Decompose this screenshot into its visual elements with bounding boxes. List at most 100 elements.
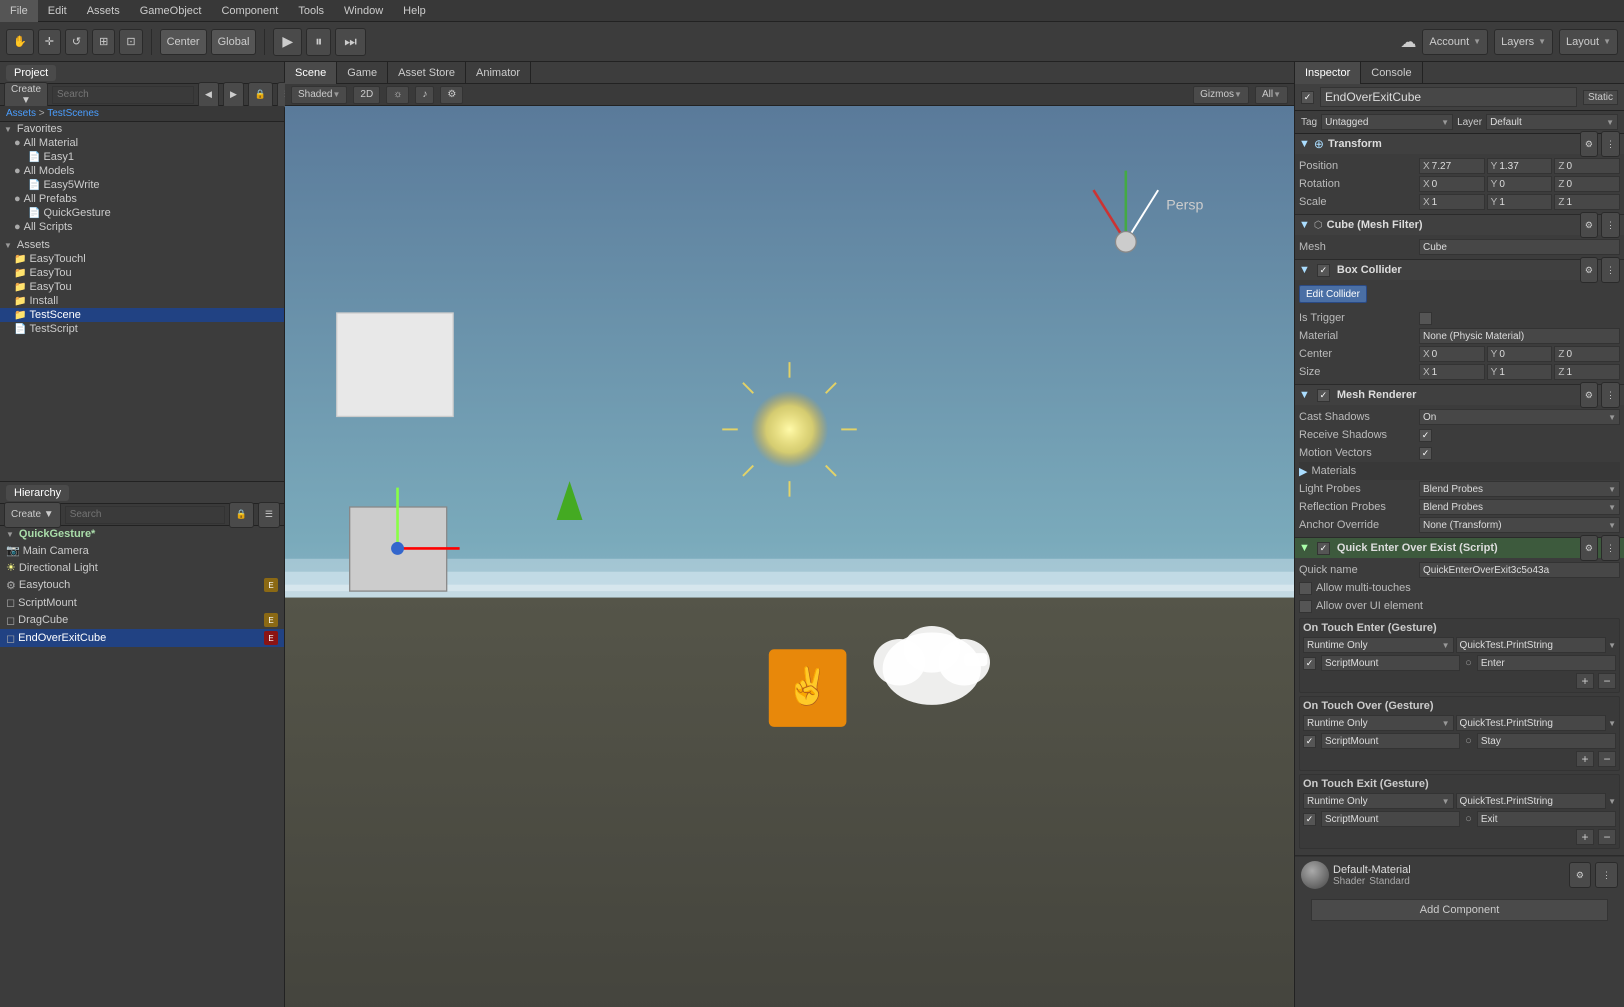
over-ui-checkbox[interactable] <box>1299 600 1312 613</box>
tool-rotate[interactable]: ↺ <box>65 29 88 55</box>
gameobj-name-input[interactable] <box>1320 87 1577 107</box>
touch-over-runtime[interactable]: Runtime Only▼ <box>1303 715 1454 731</box>
touch-over-scriptmount[interactable]: ScriptMount <box>1321 733 1460 749</box>
menu-help[interactable]: Help <box>393 0 436 22</box>
mesh-filter-header[interactable]: ▼ ⬡ Cube (Mesh Filter) ⚙ ⋮ <box>1295 215 1624 235</box>
script-context[interactable]: ⋮ <box>1601 535 1620 561</box>
tool-scale[interactable]: ⊞ <box>92 29 115 55</box>
asset-easytou2[interactable]: 📁EasyTou <box>0 266 284 280</box>
hier-root[interactable]: ▼ QuickGesture* <box>0 526 284 542</box>
collider-context[interactable]: ⋮ <box>1601 257 1620 283</box>
layout-dropdown[interactable]: Layout▼ <box>1559 29 1618 55</box>
hier-dragcube[interactable]: ◻ DragCube E <box>0 611 284 629</box>
is-trigger-checkbox[interactable] <box>1419 312 1432 325</box>
viewport[interactable]: ✌ Persp <box>285 106 1294 1007</box>
touch-over-remove[interactable]: − <box>1598 751 1616 767</box>
scale-y-field[interactable]: Y1 <box>1487 194 1553 210</box>
menu-gameobject[interactable]: GameObject <box>130 0 212 22</box>
rotation-x-field[interactable]: X0 <box>1419 176 1485 192</box>
touch-enter-scriptmount[interactable]: ScriptMount <box>1321 655 1460 671</box>
transform-header[interactable]: ▼ ⊕ Transform ⚙ ⋮ <box>1295 134 1624 154</box>
touch-exit-enabled[interactable] <box>1303 813 1316 826</box>
touch-enter-runtime[interactable]: Runtime Only▼ <box>1303 637 1454 653</box>
hierarchy-search[interactable] <box>65 506 225 524</box>
account-dropdown[interactable]: Account▼ <box>1422 29 1488 55</box>
size-x[interactable]: X1 <box>1419 364 1485 380</box>
audio-toggle[interactable]: ♪ <box>415 86 434 104</box>
cloud-icon[interactable]: ☁ <box>1400 32 1416 52</box>
tab-console[interactable]: Console <box>1361 62 1422 84</box>
transform-context[interactable]: ⋮ <box>1601 131 1620 157</box>
size-z[interactable]: Z1 <box>1554 364 1620 380</box>
size-y[interactable]: Y1 <box>1487 364 1553 380</box>
tab-animator[interactable]: Animator <box>466 62 531 84</box>
fav-all-scripts[interactable]: ●All Scripts <box>0 220 284 234</box>
mesh-value[interactable]: Cube <box>1419 239 1620 255</box>
touch-exit-function[interactable]: QuickTest.PrintString <box>1456 793 1607 809</box>
tool-hand[interactable]: ✋ <box>6 29 34 55</box>
touch-exit-method[interactable]: Exit <box>1477 811 1616 827</box>
touch-over-method[interactable]: Stay <box>1477 733 1616 749</box>
touch-over-function[interactable]: QuickTest.PrintString <box>1456 715 1607 731</box>
fav-easy1[interactable]: 📄Easy1 <box>0 150 284 164</box>
materials-arrow[interactable]: ▶ <box>1299 465 1307 478</box>
rotation-z-field[interactable]: Z0 <box>1554 176 1620 192</box>
hier-directional-light[interactable]: ☀ Directional Light <box>0 559 284 576</box>
center-y[interactable]: Y0 <box>1487 346 1553 362</box>
breadcrumb-testscenes[interactable]: TestScenes <box>47 108 99 119</box>
touch-enter-method[interactable]: Enter <box>1477 655 1616 671</box>
script-header[interactable]: ▼ Quick Enter Over Exist (Script) ⚙ ⋮ <box>1295 538 1624 558</box>
asset-testscene[interactable]: 📁TestScene <box>0 308 284 322</box>
hier-easytouch[interactable]: ⚙ Easytouch E <box>0 576 284 594</box>
mode-2d-btn[interactable]: 2D <box>353 86 380 104</box>
hier-lock[interactable]: 🔒 <box>229 502 254 528</box>
touch-enter-function[interactable]: QuickTest.PrintString <box>1456 637 1607 653</box>
global-button[interactable]: Global <box>211 29 257 55</box>
project-search[interactable] <box>52 86 194 104</box>
touch-exit-scriptmount[interactable]: ScriptMount <box>1321 811 1460 827</box>
quick-name-value[interactable]: QuickEnterOverExit3c5o43a <box>1419 562 1620 578</box>
proj-lock[interactable]: 🔒 <box>248 82 273 108</box>
receive-shadows-checkbox[interactable] <box>1419 429 1432 442</box>
position-z-field[interactable]: Z0 <box>1554 158 1620 174</box>
anchor-override-dropdown[interactable]: None (Transform)▼ <box>1419 517 1620 533</box>
camera-all-dropdown[interactable]: All▼ <box>1255 86 1288 104</box>
collider-enabled-toggle[interactable] <box>1317 264 1330 277</box>
tab-asset-store[interactable]: Asset Store <box>388 62 466 84</box>
light-probes-dropdown[interactable]: Blend Probes▼ <box>1419 481 1620 497</box>
menu-component[interactable]: Component <box>211 0 288 22</box>
material-settings[interactable]: ⚙ <box>1569 862 1591 888</box>
step-button[interactable]: ⏭ <box>335 28 366 56</box>
tool-rect[interactable]: ⊡ <box>119 29 142 55</box>
asset-testscript[interactable]: 📄TestScript <box>0 322 284 336</box>
play-button[interactable]: ▶ <box>273 28 302 56</box>
motion-vectors-checkbox[interactable] <box>1419 447 1432 460</box>
touch-enter-add[interactable]: + <box>1576 673 1594 689</box>
touch-enter-remove[interactable]: − <box>1598 673 1616 689</box>
menu-window[interactable]: Window <box>334 0 393 22</box>
scale-z-field[interactable]: Z1 <box>1554 194 1620 210</box>
position-y-field[interactable]: Y1.37 <box>1487 158 1553 174</box>
touch-enter-enabled[interactable] <box>1303 657 1316 670</box>
touch-over-enabled[interactable] <box>1303 735 1316 748</box>
script-enabled-toggle[interactable] <box>1317 542 1330 555</box>
touch-exit-runtime[interactable]: Runtime Only▼ <box>1303 793 1454 809</box>
tab-hierarchy[interactable]: Hierarchy <box>6 485 69 501</box>
add-component-button[interactable]: Add Component <box>1311 899 1607 921</box>
tag-dropdown[interactable]: Untagged▼ <box>1321 114 1453 130</box>
touch-exit-remove[interactable]: − <box>1598 829 1616 845</box>
tab-inspector[interactable]: Inspector <box>1295 62 1361 84</box>
tab-game[interactable]: Game <box>337 62 388 84</box>
hier-scriptmount[interactable]: ◻ ScriptMount <box>0 594 284 611</box>
tab-scene[interactable]: Scene <box>285 62 337 84</box>
fav-all-material[interactable]: ●All Material <box>0 136 284 150</box>
cast-shadows-dropdown[interactable]: On▼ <box>1419 409 1620 425</box>
hier-menu[interactable]: ☰ <box>258 502 280 528</box>
renderer-settings[interactable]: ⚙ <box>1580 382 1598 408</box>
fav-all-prefabs[interactable]: ●All Prefabs <box>0 192 284 206</box>
fav-quickgesture[interactable]: 📄QuickGesture <box>0 206 284 220</box>
proj-nav-back[interactable]: ◀ <box>198 82 219 108</box>
collider-material-value[interactable]: None (Physic Material) <box>1419 328 1620 344</box>
menu-tools[interactable]: Tools <box>288 0 334 22</box>
reflection-probes-dropdown[interactable]: Blend Probes▼ <box>1419 499 1620 515</box>
